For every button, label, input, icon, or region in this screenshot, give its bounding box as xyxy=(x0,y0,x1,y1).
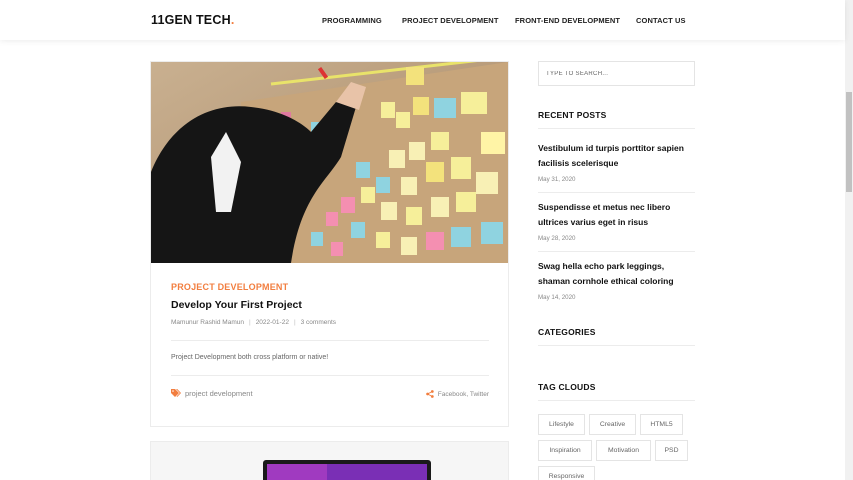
site-header: 11GEN TECH. PROGRAMMING PROJECT DEVELOPM… xyxy=(0,0,845,40)
meta-separator: | xyxy=(248,319,251,326)
tag-html5[interactable]: HTML5 xyxy=(640,414,683,435)
post-author[interactable]: Mamunur Rashid Mamun xyxy=(171,319,244,326)
nav-item-programming[interactable]: PROGRAMMING xyxy=(322,16,382,25)
share-twitter-link[interactable]: Twitter xyxy=(470,391,489,398)
post-share: Facebook, Twitter xyxy=(425,390,489,398)
post-excerpt: Project Development both cross platform … xyxy=(171,354,329,361)
recent-post-title[interactable]: Swag hella echo park leggings, shaman co… xyxy=(538,259,698,289)
tag-clouds-title: TAG CLOUDS xyxy=(538,382,596,392)
widget-divider xyxy=(538,345,695,346)
share-icon xyxy=(425,390,434,398)
logo-text: 11GEN TECH xyxy=(151,13,231,27)
post-meta: Mamunur Rashid Mamun | 2022-01-22 | 3 commen… xyxy=(171,319,489,326)
categories-title: CATEGORIES xyxy=(538,327,596,337)
nav-item-project-development[interactable]: PROJECT DEVELOPMENT xyxy=(402,16,499,25)
post-body: PROJECT DEVELOPMENT Develop Your First P… xyxy=(171,282,489,403)
page-scrollbar[interactable] xyxy=(845,0,853,480)
post-title[interactable]: Develop Your First Project xyxy=(171,299,489,311)
widget-divider xyxy=(538,128,695,129)
widget-divider xyxy=(538,400,695,401)
recent-post-title[interactable]: Suspendisse et metus nec libero ultrices… xyxy=(538,200,698,230)
post-tag[interactable]: project development xyxy=(171,389,253,398)
tags-icon xyxy=(171,389,181,397)
tag-psd[interactable]: PSD xyxy=(655,440,688,461)
logo-dot: . xyxy=(230,13,235,27)
recent-post-date: May 28, 2020 xyxy=(538,235,576,242)
nav-item-front-end-development[interactable]: FRONT-END DEVELOPMENT xyxy=(515,16,620,25)
recent-post-title[interactable]: Vestibulum id turpis porttitor sapien fa… xyxy=(538,141,698,171)
post-footer: project development Facebook, Twitter xyxy=(171,389,489,403)
post-divider xyxy=(171,340,489,341)
share-facebook-link[interactable]: Facebook xyxy=(438,391,467,398)
scrollbar-thumb[interactable] xyxy=(846,92,852,192)
post-divider xyxy=(171,375,489,376)
post-image[interactable] xyxy=(151,62,508,263)
post-image-next[interactable] xyxy=(151,442,508,480)
post-date: 2022-01-22 xyxy=(255,319,289,326)
tag-lifestyle[interactable]: Lifestyle xyxy=(538,414,585,435)
tag-responsive[interactable]: Responsive xyxy=(538,466,595,480)
meta-separator: | xyxy=(293,319,296,326)
recent-post-date: May 31, 2020 xyxy=(538,176,576,183)
site-logo[interactable]: 11GEN TECH. xyxy=(151,13,235,27)
post-comments[interactable]: 3 comments xyxy=(301,319,336,326)
post-card-next xyxy=(150,441,509,480)
recent-posts-title: RECENT POSTS xyxy=(538,110,607,120)
post-image-illustration xyxy=(151,62,508,263)
post-category[interactable]: PROJECT DEVELOPMENT xyxy=(171,282,489,292)
post-card: PROJECT DEVELOPMENT Develop Your First P… xyxy=(150,61,509,427)
recent-post-date: May 14, 2020 xyxy=(538,294,576,301)
nav-item-contact-us[interactable]: CONTACT US xyxy=(636,16,686,25)
tag-motivation[interactable]: Motivation xyxy=(596,440,651,461)
widget-divider xyxy=(538,251,695,252)
tag-inspiration[interactable]: Inspiration xyxy=(538,440,592,461)
search-input[interactable] xyxy=(538,61,695,86)
post-tag-label: project development xyxy=(185,389,253,398)
widget-divider xyxy=(538,192,695,193)
tag-creative[interactable]: Creative xyxy=(589,414,636,435)
